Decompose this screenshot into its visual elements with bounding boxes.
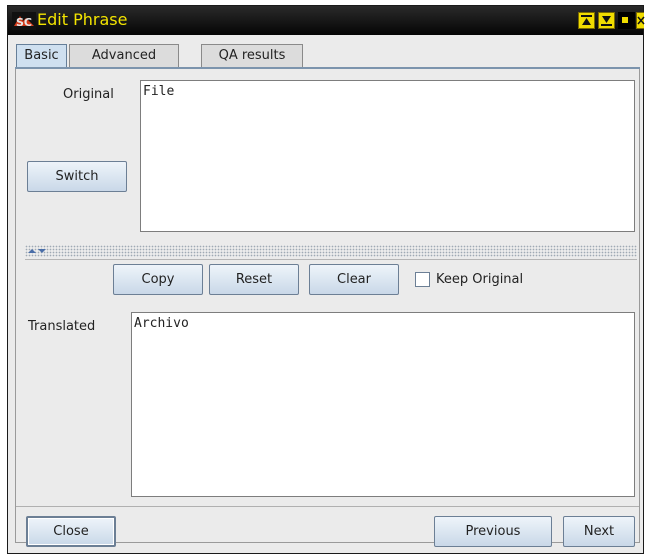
copy-button[interactable]: Copy: [113, 264, 203, 295]
tab-advanced-label: Advanced: [91, 48, 157, 63]
tab-qa-results[interactable]: QA results: [201, 44, 303, 68]
minimize-up-icon[interactable]: [578, 12, 595, 29]
switch-button[interactable]: Switch: [27, 161, 127, 192]
original-label: Original: [63, 87, 114, 102]
clear-button[interactable]: Clear: [309, 264, 399, 295]
split-arrows-icon[interactable]: [27, 246, 49, 256]
previous-button[interactable]: Previous: [434, 516, 552, 547]
basic-panel: Original File Switch Copy Reset Clear Ke…: [15, 69, 640, 547]
reset-button[interactable]: Reset: [209, 264, 299, 295]
svg-text:SC: SC: [16, 16, 32, 29]
original-text-area[interactable]: File: [140, 80, 635, 232]
title-bar[interactable]: SC Edit Phrase: [8, 6, 645, 35]
translated-text-area[interactable]: Archivo: [131, 312, 635, 497]
close-icon[interactable]: [636, 12, 645, 29]
translated-label: Translated: [28, 319, 96, 334]
keep-original-label[interactable]: Keep Original: [436, 272, 523, 287]
tab-qa-results-label: QA results: [218, 48, 286, 63]
close-button[interactable]: Close: [26, 516, 116, 547]
tab-basic[interactable]: Basic: [16, 44, 67, 68]
keep-original-checkbox[interactable]: [415, 272, 430, 287]
edit-phrase-window: SC Edit Phrase Basic Advanced QA results…: [7, 5, 645, 554]
footer-divider: [16, 506, 639, 507]
minimize-down-icon[interactable]: [598, 12, 615, 29]
tab-basic-label: Basic: [24, 48, 59, 63]
next-button[interactable]: Next: [563, 516, 635, 547]
split-pane-divider[interactable]: [25, 245, 637, 257]
tab-advanced[interactable]: Advanced: [69, 44, 179, 68]
window-title: Edit Phrase: [37, 10, 128, 29]
section-divider: [25, 259, 637, 260]
maximize-icon[interactable]: [618, 12, 635, 29]
app-logo-icon: SC: [12, 12, 36, 30]
